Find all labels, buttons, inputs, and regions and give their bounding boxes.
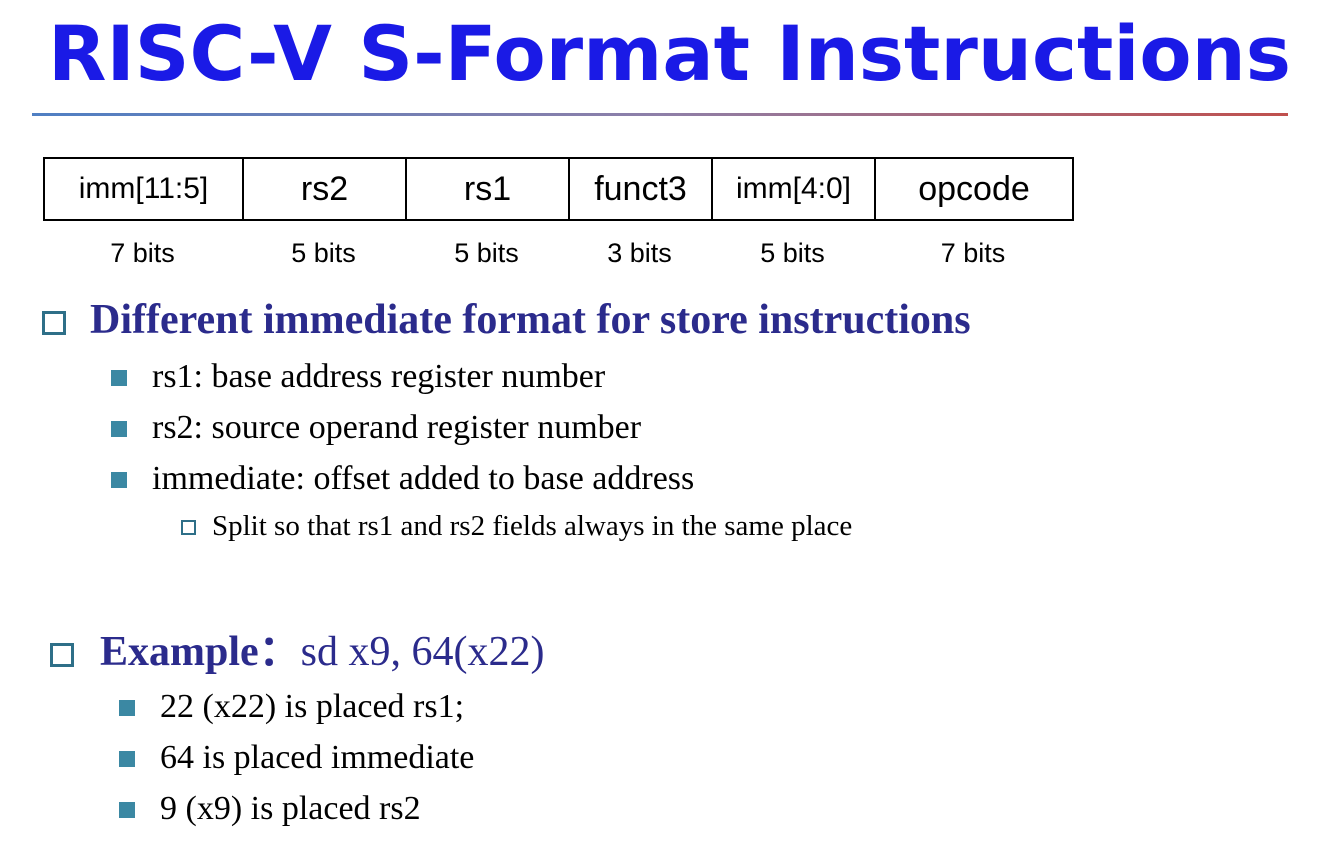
example-label: Example： xyxy=(100,629,301,675)
field-opcode: opcode xyxy=(874,157,1074,221)
hollow-square-bullet-icon xyxy=(50,643,74,667)
bits-imm-11-5: 7 bits xyxy=(110,238,175,268)
example-code: sd x9, 64(x22) xyxy=(300,629,545,675)
bits-imm-4-0: 5 bits xyxy=(760,238,825,268)
field-rs2: rs2 xyxy=(242,157,407,221)
square-bullet-icon xyxy=(111,472,127,488)
field-rs1: rs1 xyxy=(405,157,570,221)
example-item: 64 is placed immediate xyxy=(160,739,475,776)
square-bullet-icon xyxy=(111,370,127,386)
square-bullet-icon xyxy=(111,421,127,437)
example-heading: Example：sd x9, 64(x22) xyxy=(100,627,545,677)
square-bullet-icon xyxy=(119,751,135,767)
s-format-table: imm[11:5] rs2 rs1 funct3 imm[4:0] opcode xyxy=(43,157,1074,221)
title-divider xyxy=(32,113,1288,116)
slide-title: RISC-V S-Format Instructions xyxy=(48,9,1291,98)
example-item: 9 (x9) is placed rs2 xyxy=(160,790,421,827)
bits-opcode: 7 bits xyxy=(940,238,1006,268)
bits-rs1: 5 bits xyxy=(454,238,519,268)
field-funct3: funct3 xyxy=(568,157,713,221)
square-bullet-icon xyxy=(119,700,135,716)
format-fields-row: imm[11:5] rs2 rs1 funct3 imm[4:0] opcode xyxy=(43,157,1074,221)
example-item: 22 (x22) is placed rs1; xyxy=(160,688,465,725)
bits-funct3: 3 bits xyxy=(607,238,672,268)
square-bullet-icon xyxy=(119,802,135,818)
point-item: rs1: base address register number xyxy=(152,358,606,395)
field-imm-4-0: imm[4:0] xyxy=(711,157,876,221)
hollow-square-bullet-icon xyxy=(42,311,66,335)
point-subitem: Split so that rs1 and rs2 fields always … xyxy=(212,510,853,542)
field-imm-11-5: imm[11:5] xyxy=(43,157,244,221)
point-item: rs2: source operand register number xyxy=(152,409,642,446)
point-item: immediate: offset added to base address xyxy=(152,460,695,497)
hollow-square-bullet-icon xyxy=(181,520,196,535)
bits-rs2: 5 bits xyxy=(291,238,356,268)
point-heading: Different immediate format for store ins… xyxy=(90,297,971,343)
